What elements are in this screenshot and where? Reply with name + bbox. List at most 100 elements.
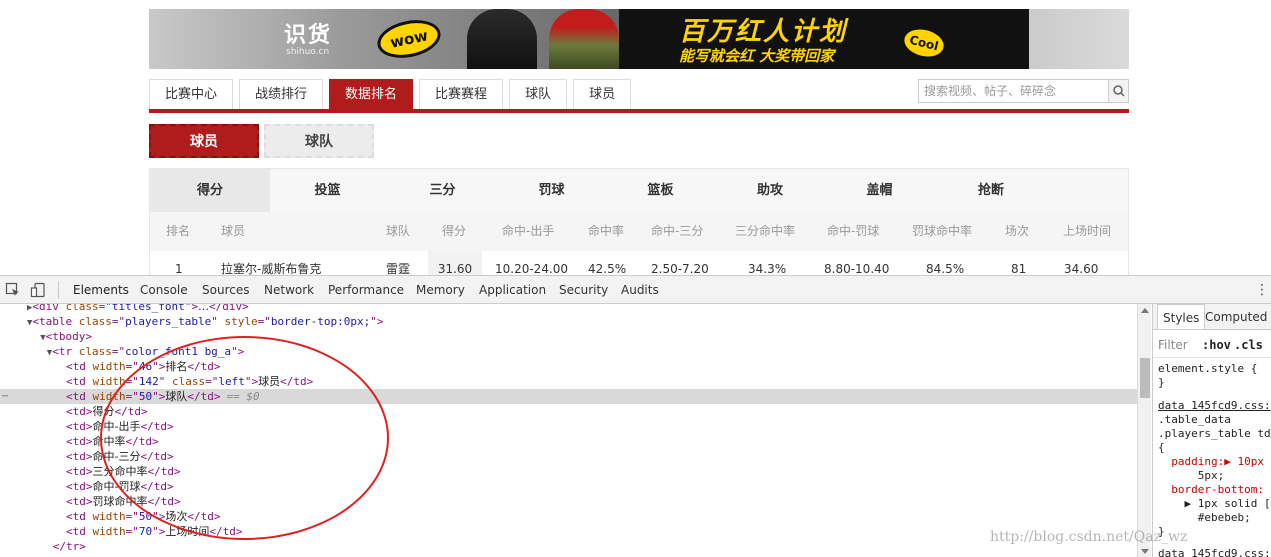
dom-token: =" — [125, 360, 139, 373]
dom-node-line[interactable]: <td>命中-罚球</td> — [0, 479, 1137, 494]
dom-token: … — [198, 304, 210, 313]
nav-tab-4[interactable]: 球队 — [509, 79, 568, 109]
column-header: 命中-罚球 — [827, 224, 880, 238]
dom-token: =" — [125, 525, 139, 538]
promo-title: 百万红人计划 — [679, 17, 848, 47]
dom-token: titles_font — [111, 304, 185, 313]
dom-token: =" — [111, 345, 126, 358]
table-cell: 42.5% — [588, 262, 627, 275]
dom-node-line[interactable]: ▼<tbody> — [0, 329, 1137, 344]
dom-token: =" — [111, 315, 126, 328]
nav-tab-3[interactable]: 比赛赛程 — [419, 79, 504, 109]
tab-performance[interactable]: Performance — [328, 276, 404, 303]
subtab-teams[interactable]: 球队 — [264, 124, 374, 158]
stat-category-tab[interactable]: 助攻 — [718, 169, 822, 212]
dom-node-line[interactable]: <td>命中率</td> — [0, 434, 1137, 449]
dom-token: width — [92, 525, 126, 538]
subtab-players[interactable]: 球员 — [149, 124, 259, 158]
web-page: 识货 shihuo.cn wow 百万红人计划 能写就会红 大奖带回家 Cool… — [0, 0, 1271, 275]
stat-category-tab[interactable]: 罚球 — [500, 169, 603, 212]
scroll-thumb[interactable] — [1140, 358, 1150, 398]
dom-node-line[interactable]: <td>命中-三分</td> — [0, 449, 1137, 464]
dom-token: </td> — [187, 510, 221, 523]
scroll-down-icon[interactable] — [1141, 549, 1149, 554]
dom-token: 场次 — [165, 510, 188, 523]
dom-node-line[interactable]: ▼<table class="players_table" style="bor… — [0, 314, 1137, 329]
selected-marker: == $0 — [226, 390, 260, 403]
site-search — [918, 79, 1129, 103]
styles-divider — [1153, 357, 1271, 358]
tab-console[interactable]: Console — [140, 276, 188, 303]
table-cell: 10.20-24.00 — [495, 262, 569, 275]
dom-token: <tbody> — [45, 330, 92, 343]
dom-node-line[interactable]: ▶<div class="titles_font">…</div> — [0, 304, 1137, 314]
dom-token: 排名 — [165, 360, 188, 373]
dom-token: class — [78, 315, 112, 328]
scroll-up-icon[interactable] — [1141, 308, 1149, 313]
search-input[interactable] — [919, 80, 1108, 102]
stat-category-tab[interactable]: 投篮 — [270, 169, 385, 212]
column-header: 得分 — [442, 224, 467, 238]
inspect-element-icon[interactable] — [5, 282, 21, 298]
dom-node-line[interactable]: ⋯ <td width="50">球队</td> == $0 — [0, 389, 1137, 404]
cls-toggle[interactable]: .cls — [1234, 338, 1263, 352]
dom-token: </td> — [114, 405, 148, 418]
nav-tab-2[interactable]: 数据排名 — [329, 79, 414, 109]
elements-dom-tree[interactable]: ▶<div class="titles_font">…</div> ▼<table… — [0, 304, 1137, 557]
device-toolbar-icon[interactable] — [30, 282, 46, 298]
column-header: 排名 — [166, 224, 191, 238]
dom-token: 命中-罚球 — [92, 480, 141, 493]
style-rule-line[interactable]: data 145fcd9.css: — [1158, 399, 1271, 413]
dom-node-line[interactable]: <td>三分命中率</td> — [0, 464, 1137, 479]
hov-toggle[interactable]: :hov — [1202, 338, 1231, 352]
tab-elements[interactable]: Elements — [73, 276, 129, 303]
blog-watermark: http://blog.csdn.net/Qaz_wz — [990, 529, 1188, 545]
tab-sources[interactable]: Sources — [202, 276, 249, 303]
dom-token: class — [172, 375, 206, 388]
table-row[interactable]: 1 拉塞尔-威斯布鲁克 雷霆 31.60 10.20-24.00 42.5% 2.50-7.… — [150, 251, 1128, 275]
dom-token: =" — [125, 390, 139, 403]
style-rule-line: .table_data — [1158, 413, 1231, 426]
dom-node-line[interactable]: <td width="50">场次</td> — [0, 509, 1137, 524]
stat-category-tab[interactable]: 篮板 — [603, 169, 718, 212]
tab-application[interactable]: Application — [479, 276, 546, 303]
tab-security[interactable]: Security — [559, 276, 608, 303]
dom-node-line[interactable]: <td width="70">上场时间</td> — [0, 524, 1137, 539]
styles-filter-input[interactable]: Filter — [1158, 338, 1188, 352]
stat-category-tab[interactable]: 盖帽 — [822, 169, 937, 212]
dom-node-line[interactable]: </tr> — [0, 539, 1137, 554]
dom-node-line[interactable]: <td>得分</td> — [0, 404, 1137, 419]
dom-token: <td> — [66, 450, 93, 463]
dom-token: 70 — [138, 525, 153, 538]
devtools-panel: Elements Console Sources Network Performance… — [0, 275, 1271, 557]
dom-node-line[interactable]: <td>罚球命中率</td> — [0, 494, 1137, 509]
styles-tabs: Styles Computed — [1153, 304, 1271, 330]
dom-scrollbar[interactable] — [1137, 304, 1151, 557]
dom-node-line[interactable]: <td>命中-出手</td> — [0, 419, 1137, 434]
more-options-icon[interactable]: ⋮ — [1255, 281, 1269, 299]
dom-token: <td — [66, 525, 93, 538]
tab-network[interactable]: Network — [264, 276, 314, 303]
tab-memory[interactable]: Memory — [416, 276, 465, 303]
nav-tab-5[interactable]: 球员 — [573, 79, 632, 109]
model-image-1 — [467, 9, 537, 69]
tab-computed[interactable]: Computed — [1200, 304, 1271, 329]
stat-category-tab[interactable]: 抢断 — [937, 169, 1045, 212]
model-image-2 — [549, 9, 619, 69]
dom-node-line[interactable]: <td width="142" class="left">球员</td> — [0, 374, 1137, 389]
tab-styles[interactable]: Styles — [1157, 304, 1206, 329]
column-header: 上场时间 — [1063, 224, 1112, 238]
dom-token: 罚球命中率 — [92, 495, 148, 508]
stat-category-tab[interactable]: 三分 — [385, 169, 500, 212]
tab-audits[interactable]: Audits — [621, 276, 659, 303]
nav-tab-1[interactable]: 战绩排行 — [239, 79, 324, 109]
search-button[interactable] — [1108, 80, 1128, 102]
style-rule-line[interactable]: data 145fcd9.css: — [1158, 547, 1271, 557]
nav-tab-0[interactable]: 比赛中心 — [149, 79, 234, 109]
dom-node-line[interactable]: <td width="46">排名</td> — [0, 359, 1137, 374]
promo-banner[interactable]: 识货 shihuo.cn wow 百万红人计划 能写就会红 大奖带回家 Cool — [149, 9, 1129, 69]
dom-token: <td — [66, 375, 93, 388]
dom-node-line[interactable]: ▼<tr class="color_font1 bg_a"> — [0, 344, 1137, 359]
stat-category-tab[interactable]: 得分 — [150, 169, 270, 212]
dom-token: 得分 — [92, 405, 115, 418]
